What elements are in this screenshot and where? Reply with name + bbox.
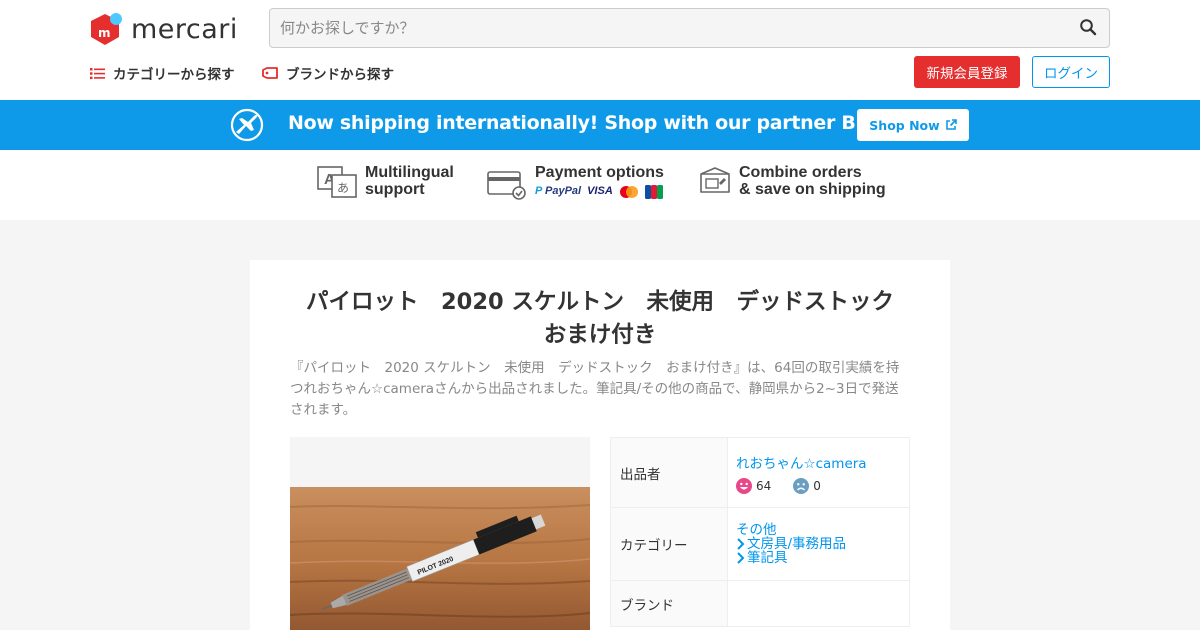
feature-multilingual-line1: Multilingual bbox=[365, 164, 454, 181]
category-link-0[interactable]: その他 bbox=[736, 523, 909, 537]
feature-combine: Combine orders & save on shipping bbox=[699, 164, 886, 200]
rating-good-count: 64 bbox=[756, 478, 772, 493]
feature-payment: Payment options P PayPal VISA bbox=[487, 164, 664, 204]
rating-good: 64 bbox=[736, 477, 772, 494]
rating-bad-count: 0 bbox=[813, 478, 821, 493]
frown-icon bbox=[793, 477, 810, 494]
search-input[interactable] bbox=[280, 9, 1060, 47]
product-description: 『パイロット 2020 スケルトン 未使用 デッドストック おまけ付き』は、64… bbox=[290, 360, 900, 418]
pencil-photo: PILOT 2020 bbox=[290, 487, 590, 630]
credit-card-icon bbox=[487, 166, 527, 204]
brand-row: ブランド bbox=[610, 580, 910, 627]
mercari-logo[interactable]: m mercari bbox=[90, 12, 238, 46]
product-info-table: 出品者 れおちゃん☆camera 64 0 カテゴリー その他 文房具/事務用品… bbox=[610, 437, 910, 627]
box-icon bbox=[699, 166, 731, 200]
category-link-2[interactable]: 筆記具 bbox=[736, 551, 909, 565]
search-bar bbox=[269, 8, 1110, 48]
seller-rating: 64 0 bbox=[736, 477, 909, 494]
feature-combine-line1: Combine orders bbox=[739, 164, 862, 181]
feature-multilingual-line2: support bbox=[365, 181, 425, 198]
seller-name-link[interactable]: れおちゃん☆camera bbox=[736, 452, 909, 472]
nav-brand-label: ブランドから探す bbox=[286, 67, 394, 83]
nav-category-link[interactable]: カテゴリーから探す bbox=[90, 62, 235, 84]
tag-icon bbox=[262, 67, 278, 79]
product-card: パイロット 2020 スケルトン 未使用 デッドストック おまけ付き 『パイロッ… bbox=[250, 260, 950, 630]
category-label: カテゴリー bbox=[610, 507, 728, 581]
seller-row: 出品者 れおちゃん☆camera 64 0 bbox=[610, 437, 910, 508]
payment-logos: P PayPal VISA bbox=[535, 183, 664, 200]
visa-logo: VISA bbox=[587, 185, 613, 197]
buyee-features: A あ Multilingual support Payment options… bbox=[0, 150, 1200, 220]
rating-bad: 0 bbox=[793, 477, 821, 494]
smile-icon bbox=[736, 477, 752, 494]
brand-label: ブランド bbox=[610, 580, 728, 627]
product-title: パイロット 2020 スケルトン 未使用 デッドストック おまけ付き bbox=[306, 289, 917, 348]
list-icon bbox=[90, 67, 105, 80]
feature-combine-line2: & save on shipping bbox=[739, 181, 886, 198]
nav-brand-link[interactable]: ブランドから探す bbox=[262, 62, 394, 84]
chevron-right-icon bbox=[736, 552, 745, 564]
buyee-banner: Now shipping internationally! Shop with … bbox=[0, 100, 1200, 150]
shop-now-button[interactable]: Shop Now bbox=[857, 109, 969, 141]
category-link-1[interactable]: 文房具/事務用品 bbox=[736, 537, 909, 551]
translate-icon: A あ bbox=[317, 166, 357, 202]
nav-category-label: カテゴリーから探す bbox=[113, 67, 235, 83]
brand-value bbox=[727, 580, 910, 627]
jcb-logo bbox=[644, 184, 663, 199]
seller-label: 出品者 bbox=[610, 437, 728, 508]
feature-payment-line1: Payment options bbox=[535, 164, 664, 181]
chevron-right-icon bbox=[736, 538, 745, 550]
signup-button[interactable]: 新規会員登録 bbox=[914, 56, 1020, 88]
paypal-logo: P PayPal bbox=[535, 185, 582, 197]
search-icon bbox=[1080, 19, 1097, 36]
site-header: m mercari カテゴリーから探す bbox=[0, 0, 1200, 100]
mastercard-logo bbox=[619, 185, 639, 199]
svg-text:m: m bbox=[98, 26, 111, 40]
airplane-icon bbox=[230, 108, 264, 146]
banner-text: Now shipping internationally! Shop with … bbox=[288, 112, 915, 134]
product-image[interactable]: PILOT 2020 bbox=[290, 437, 590, 630]
logo-wordmark: mercari bbox=[131, 13, 238, 45]
search-button[interactable] bbox=[1079, 18, 1099, 38]
mercari-logo-icon: m bbox=[91, 13, 122, 45]
external-link-icon bbox=[945, 119, 957, 131]
svg-text:あ: あ bbox=[337, 181, 349, 195]
feature-multilingual: A あ Multilingual support bbox=[317, 164, 454, 202]
shop-now-label: Shop Now bbox=[869, 117, 940, 133]
category-row: カテゴリー その他 文房具/事務用品 筆記具 bbox=[610, 507, 910, 581]
login-button[interactable]: ログイン bbox=[1032, 56, 1110, 88]
